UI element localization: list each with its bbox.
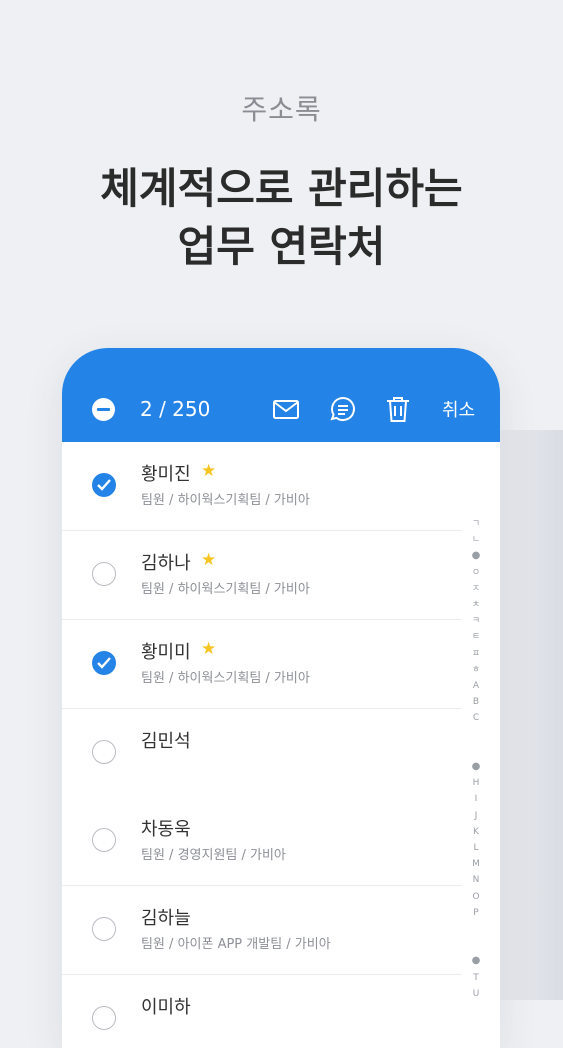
cancel-button[interactable]: 취소 xyxy=(442,396,475,422)
index-letter[interactable]: ㅌ xyxy=(466,629,486,645)
contact-detail: 팀원 / 하이웍스기획팀 / 가비아 xyxy=(141,582,310,597)
contact-name: 김하나 xyxy=(141,553,191,574)
checkbox-unchecked[interactable] xyxy=(92,1006,116,1030)
index-letter[interactable]: J xyxy=(466,808,486,824)
contact-detail: 팀원 / 하이웍스기획팀 / 가비아 xyxy=(141,671,310,686)
index-dot[interactable]: ● xyxy=(466,759,486,775)
index-letter[interactable]: ㄱ xyxy=(466,516,486,532)
index-letter[interactable]: H xyxy=(466,775,486,791)
index-letter[interactable]: ㅎ xyxy=(466,662,486,678)
selection-count: 2 / 250 xyxy=(140,397,211,421)
contact-name: 이미하 xyxy=(141,997,191,1018)
promo-title: 체계적으로 관리하는 업무 연락처 xyxy=(0,160,563,276)
contact-name: 김민석 xyxy=(141,731,191,752)
index-letter[interactable] xyxy=(466,727,486,743)
checkbox-checked[interactable] xyxy=(92,473,116,497)
index-dot[interactable]: ● xyxy=(466,953,486,969)
contact-row[interactable]: 차동욱 팀원 / 경영지원팀 / 가비아 xyxy=(62,797,462,886)
contact-row[interactable]: 김하나 ★ 팀원 / 하이웍스기획팀 / 가비아 xyxy=(62,531,462,620)
contact-detail: 팀원 / 경영지원팀 / 가비아 xyxy=(141,848,286,863)
index-dot[interactable]: ● xyxy=(466,548,486,564)
index-letter[interactable]: ㄴ xyxy=(466,532,486,548)
index-letter[interactable] xyxy=(466,937,486,953)
mail-icon[interactable] xyxy=(271,394,301,424)
index-letter[interactable]: A xyxy=(466,678,486,694)
promo-title-line2: 업무 연락처 xyxy=(177,222,386,271)
contact-name: 차동욱 xyxy=(141,819,191,840)
contact-name: 황미미 xyxy=(141,642,191,663)
index-letter[interactable]: ㅋ xyxy=(466,613,486,629)
index-letter[interactable]: M xyxy=(466,856,486,872)
contact-name: 김하늘 xyxy=(141,908,191,929)
contact-row[interactable]: 황미진 ★ 팀원 / 하이웍스기획팀 / 가비아 xyxy=(62,442,462,531)
index-letter[interactable]: P xyxy=(466,905,486,921)
trash-icon[interactable] xyxy=(383,394,413,424)
contact-name: 황미진 xyxy=(141,464,191,485)
favorite-star-icon: ★ xyxy=(201,461,217,481)
favorite-star-icon: ★ xyxy=(201,550,217,570)
contact-row[interactable]: 김민석 xyxy=(62,709,462,797)
deselect-all-button[interactable] xyxy=(92,398,115,421)
contact-row[interactable]: 황미미 ★ 팀원 / 하이웍스기획팀 / 가비아 xyxy=(62,620,462,709)
index-letter[interactable]: ㅇ xyxy=(466,565,486,581)
chat-icon[interactable] xyxy=(328,394,358,424)
promo-title-line1: 체계적으로 관리하는 xyxy=(100,164,463,213)
phone-frame: 2 / 250 취소 황미진 ★ 팀원 / 하이웍스기획팀 / 가비아 김하나 … xyxy=(62,348,500,1048)
index-letter[interactable]: L xyxy=(466,840,486,856)
index-letter[interactable]: C xyxy=(466,710,486,726)
checkbox-unchecked[interactable] xyxy=(92,562,116,586)
index-letter[interactable] xyxy=(466,921,486,937)
contact-row[interactable]: 김하늘 팀원 / 아이폰 APP 개발팀 / 가비아 xyxy=(62,886,462,975)
alphabet-index-bar[interactable]: ㄱㄴ ● ㅇㅈㅊㅋㅌㅍㅎ A B C ● H I J K L M N O P ● T U xyxy=(466,516,486,1002)
index-letter[interactable]: N xyxy=(466,872,486,888)
index-letter[interactable]: ㅈ xyxy=(466,581,486,597)
contact-detail: 팀원 / 아이폰 APP 개발팀 / 가비아 xyxy=(141,937,331,952)
index-letter[interactable]: O xyxy=(466,889,486,905)
index-letter[interactable]: ㅍ xyxy=(466,646,486,662)
index-letter[interactable]: K xyxy=(466,824,486,840)
checkbox-unchecked[interactable] xyxy=(92,740,116,764)
index-letter[interactable]: T xyxy=(466,970,486,986)
selection-toolbar: 2 / 250 취소 xyxy=(62,348,500,442)
contact-row[interactable]: 이미하 xyxy=(62,975,462,1048)
favorite-star-icon: ★ xyxy=(201,639,217,659)
promo-subtitle: 주소록 xyxy=(241,93,322,126)
contact-detail: 팀원 / 하이웍스기획팀 / 가비아 xyxy=(141,493,310,508)
checkbox-unchecked[interactable] xyxy=(92,917,116,941)
index-letter[interactable] xyxy=(466,743,486,759)
index-letter[interactable]: B xyxy=(466,694,486,710)
index-letter[interactable]: ㅊ xyxy=(466,597,486,613)
checkbox-checked[interactable] xyxy=(92,651,116,675)
checkbox-unchecked[interactable] xyxy=(92,828,116,852)
index-letter[interactable]: I xyxy=(466,791,486,807)
contact-list: 황미진 ★ 팀원 / 하이웍스기획팀 / 가비아 김하나 ★ 팀원 / 하이웍스… xyxy=(62,442,462,1048)
